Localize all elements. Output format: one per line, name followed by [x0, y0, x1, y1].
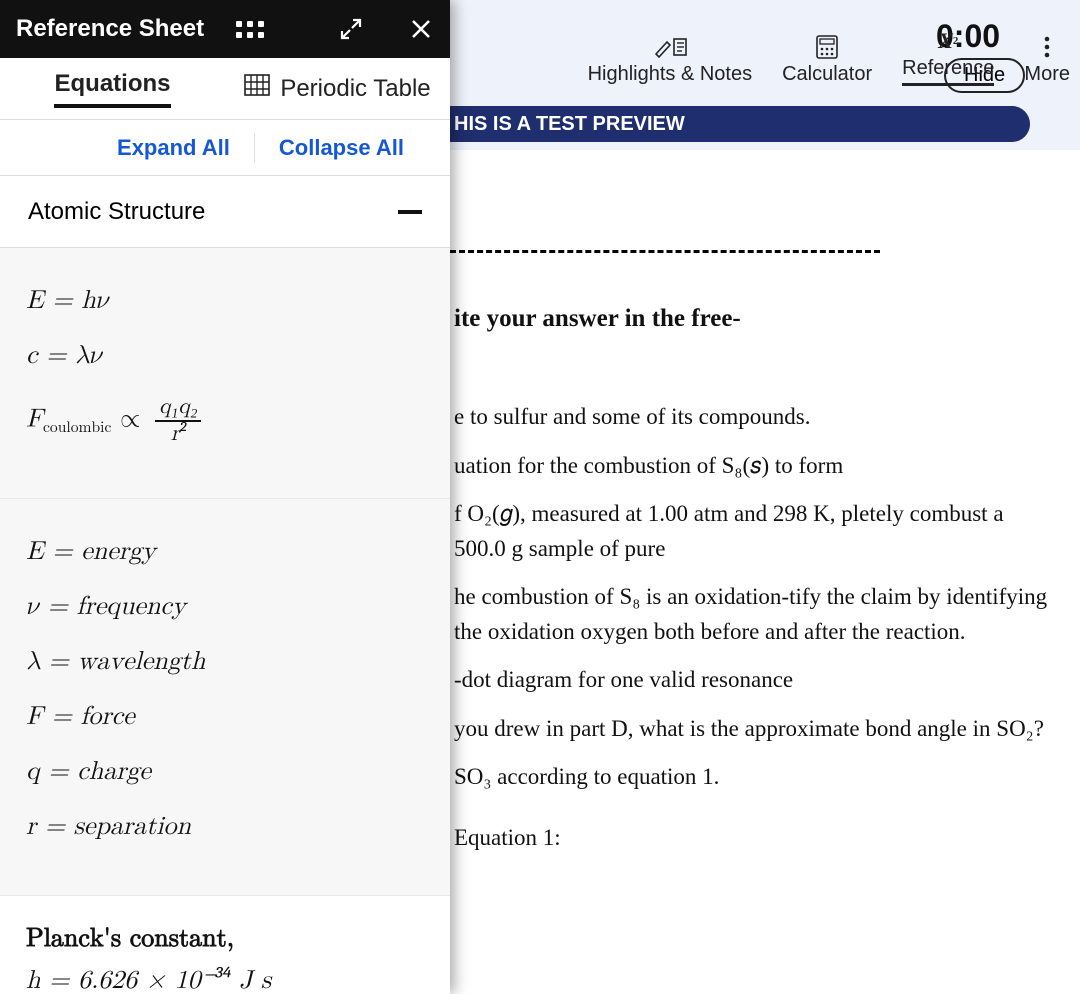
- coulomb-fraction: q₁q₂ r²: [155, 396, 202, 446]
- planck-value: h = 6.626 × 10⁻³⁴ J s: [26, 965, 424, 994]
- toolbar-label: More: [1024, 63, 1070, 86]
- def-line: ν = frequency: [26, 592, 424, 623]
- toolbar-more[interactable]: More: [1024, 35, 1070, 86]
- more-vertical-icon: [1043, 35, 1051, 59]
- def-line: F = force: [26, 702, 424, 733]
- formula-e-hv: E = hν: [26, 286, 424, 317]
- section-body: E = hν c = λν Fcoulombic ∝ q₁q₂ r² E = e…: [0, 248, 450, 994]
- x-squared-icon: X2: [938, 29, 958, 53]
- expand-collapse-controls: Expand All Collapse All: [0, 120, 450, 176]
- formula-c-lambda: c = λν: [26, 341, 424, 372]
- section-title: Atomic Structure: [28, 198, 205, 226]
- def-line: r = separation: [26, 812, 424, 843]
- close-icon[interactable]: [408, 16, 434, 42]
- expand-all-link[interactable]: Expand All: [93, 135, 254, 161]
- section-header-atomic-structure[interactable]: Atomic Structure: [0, 176, 450, 248]
- pen-note-icon: [653, 35, 687, 59]
- periodic-table-icon: [244, 74, 270, 103]
- question-prompt: ite your answer in the free-: [454, 305, 741, 333]
- tab-equations[interactable]: Equations: [0, 58, 225, 119]
- def-line: λ = wavelength: [26, 647, 424, 678]
- def-line: q = charge: [26, 757, 424, 788]
- calculator-icon: [816, 35, 838, 59]
- toolbar-reference[interactable]: X2 Reference: [902, 29, 994, 86]
- constants-block: Planck's constant, h = 6.626 × 10⁻³⁴ J s…: [0, 896, 450, 994]
- question-line: f O₂(𝑔), measured at 1.00 atm and 298 K,…: [454, 497, 1060, 566]
- drag-handle-icon[interactable]: [236, 21, 264, 38]
- panel-header: Reference Sheet: [0, 0, 450, 58]
- question-divider: [450, 250, 880, 260]
- def-line: E = energy: [26, 537, 424, 568]
- expand-window-icon[interactable]: [338, 16, 364, 42]
- collapse-icon[interactable]: [398, 210, 422, 214]
- coulomb-sub: coulombic: [43, 420, 111, 436]
- toolbar-highlights[interactable]: Highlights & Notes: [588, 35, 753, 86]
- tab-periodic-table[interactable]: Periodic Table: [225, 58, 450, 119]
- question-line: SO₃ according to equation 1.: [454, 760, 1060, 795]
- coulomb-den: r²: [171, 422, 186, 446]
- definitions-block: E = energy ν = frequency λ = wavelength …: [0, 499, 450, 896]
- question-line: -dot diagram for one valid resonance: [454, 663, 1060, 698]
- coulomb-prop: ∝: [120, 407, 149, 433]
- question-line: e to sulfur and some of its compounds.: [454, 400, 1060, 435]
- panel-title: Reference Sheet: [16, 15, 204, 43]
- panel-tabs: Equations Periodic Table: [0, 58, 450, 120]
- coulomb-F: F: [26, 407, 43, 433]
- collapse-all-link[interactable]: Collapse All: [255, 135, 428, 161]
- toolbar-label: Highlights & Notes: [588, 63, 753, 86]
- question-line: Equation 1:: [454, 821, 1060, 856]
- tab-label: Periodic Table: [280, 75, 430, 103]
- toolbar-calculator[interactable]: Calculator: [782, 35, 872, 86]
- question-body: e to sulfur and some of its compounds. u…: [454, 400, 1060, 869]
- preview-banner: HIS IS A TEST PREVIEW: [450, 106, 1030, 142]
- toolbar-label: Reference: [902, 57, 994, 80]
- tab-label: Equations: [54, 70, 170, 108]
- formula-coulomb: Fcoulombic ∝ q₁q₂ r²: [26, 396, 424, 446]
- reference-sheet-panel: Reference Sheet Equations Periodic Table…: [0, 0, 450, 994]
- formula-block: E = hν c = λν Fcoulombic ∝ q₁q₂ r²: [0, 248, 450, 499]
- coulomb-num: q₁q₂: [155, 396, 202, 422]
- planck-label: Planck's constant,: [26, 924, 424, 955]
- toolbar-label: Calculator: [782, 63, 872, 86]
- question-line: he combustion of S₈ is an oxidation-tify…: [454, 580, 1060, 649]
- question-line: you drew in part D, what is the approxim…: [454, 712, 1060, 747]
- question-line: uation for the combustion of S₈(𝑠) to fo…: [454, 449, 1060, 484]
